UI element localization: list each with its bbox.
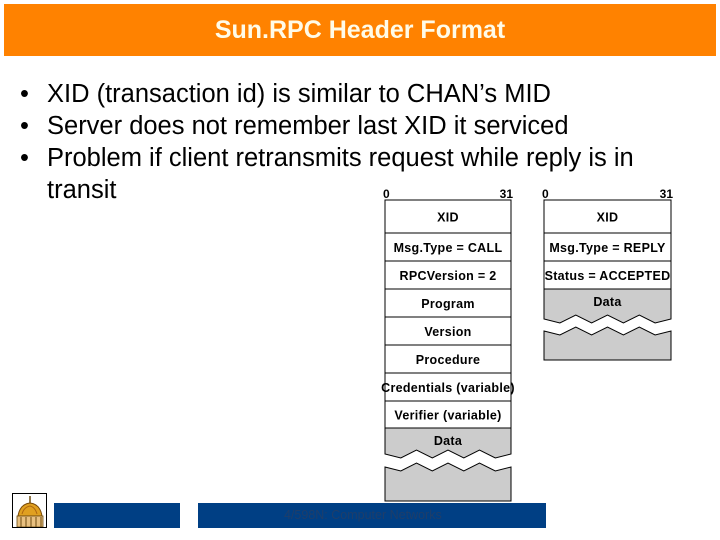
header-field-label: RPCVersion = 2 (400, 269, 497, 283)
header-field-label: XID (437, 211, 459, 225)
header-field-label: Procedure (416, 353, 481, 367)
header-field-label: Msg.Type = CALL (394, 241, 503, 255)
rpc-header-diagram: 0 31 XID Msg.Type = CALL RPCVersion = 2 Progr… (381, 187, 674, 502)
header-field-label: Msg.Type = REPLY (549, 241, 666, 255)
data-field-label: Data (434, 434, 463, 448)
data-field-label: Data (593, 295, 622, 309)
bit-end-label: 31 (500, 187, 514, 201)
call-message-diagram: 0 31 XID Msg.Type = CALL RPCVersion = 2 Progr… (381, 187, 515, 502)
header-field-label: Credentials (variable) (381, 381, 515, 395)
footer-bar-left (54, 503, 180, 528)
header-field-label: XID (597, 211, 619, 225)
bit-start-label: 0 (542, 187, 549, 201)
data-field-continuation-call (384, 462, 512, 502)
footer-course-label: 4/598N: Computer Networks (284, 508, 442, 522)
header-field-label: Verifier (variable) (394, 409, 501, 423)
header-field-label: Status = ACCEPTED (545, 269, 671, 283)
bit-start-label: 0 (383, 187, 390, 201)
bit-end-label: 31 (660, 187, 674, 201)
header-field-label: Version (424, 325, 471, 339)
data-field-continuation-reply (543, 326, 672, 361)
header-field-label: Program (421, 297, 475, 311)
golden-dome-logo-icon (12, 493, 47, 528)
reply-message-diagram: 0 31 XID Msg.Type = REPLY Status = ACCEPTED D… (542, 187, 674, 361)
